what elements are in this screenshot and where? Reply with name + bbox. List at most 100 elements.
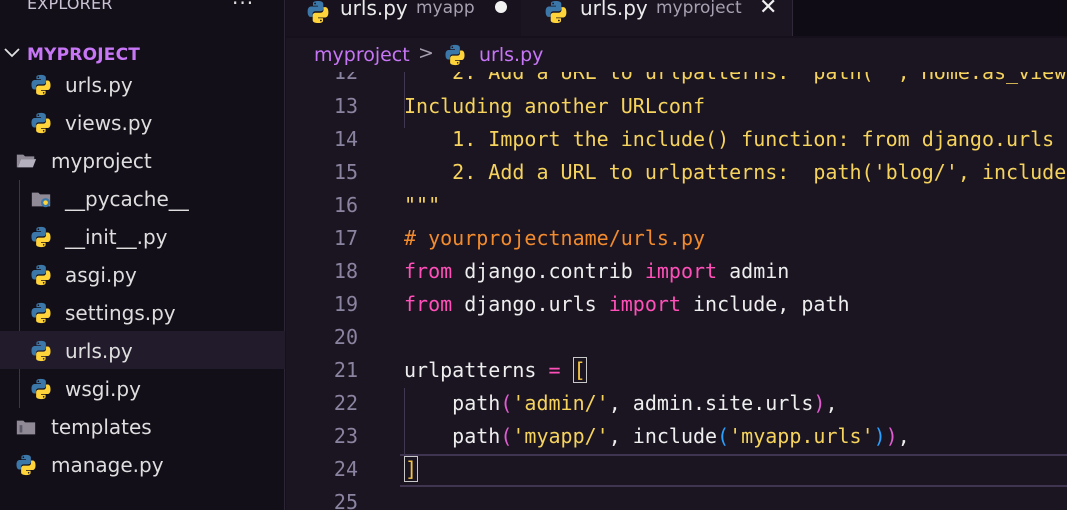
tree-item-init-py[interactable]: __init__.py <box>0 217 285 255</box>
line-number: 24 <box>333 457 358 481</box>
explorer-header: EXPLORER ··· <box>0 0 285 24</box>
code-line-14: 14 1. Import the include() function: fro… <box>286 122 1067 155</box>
python-icon <box>31 74 51 96</box>
tree-item-urls-py-selected[interactable]: urls.py <box>0 331 285 369</box>
code-line-12: 12 2. Add a URL to urlpatterns: path('',… <box>286 72 1067 88</box>
python-icon <box>16 454 36 476</box>
tab-bar: urls.py myapp urls.py myproject ✕ <box>286 0 1067 36</box>
line-number: 12 <box>333 72 358 84</box>
close-icon[interactable]: ✕ <box>759 0 777 20</box>
paren-close: ) <box>813 391 826 415</box>
line-number: 13 <box>333 94 358 118</box>
paren-close: ) <box>885 424 898 448</box>
tree-item-label: urls.py <box>65 339 133 363</box>
tree-item-label: manage.py <box>51 453 164 477</box>
line-number: 15 <box>333 160 358 184</box>
code-line-23: 23 path('myapp/', include('myapp.urls'))… <box>286 419 1067 452</box>
tab-filename: urls.py <box>340 0 408 20</box>
tree-item-label: myproject <box>51 149 152 173</box>
line-number: 16 <box>333 193 358 217</box>
code-text: 1. Import the include() function: from d… <box>452 127 1067 151</box>
comma: , <box>825 391 838 415</box>
tree-item-label: settings.py <box>65 301 176 325</box>
line-number: 17 <box>333 226 358 250</box>
code-line-20: 20 <box>286 320 1067 353</box>
code-line-25: 25 <box>286 485 1067 510</box>
tab-urls-py-myapp[interactable]: urls.py myapp <box>286 0 521 36</box>
tree-item-urls-py[interactable]: urls.py <box>0 65 285 103</box>
python-icon <box>445 44 465 66</box>
python-icon <box>31 302 51 324</box>
import-name: admin <box>717 259 790 283</box>
tree-item-label: wsgi.py <box>65 377 141 401</box>
code-line-13: 13 Including another URLconf <box>286 89 1067 122</box>
line-number: 23 <box>333 424 358 448</box>
tab-directory: myproject <box>656 0 742 18</box>
module-name: django.urls <box>452 292 609 316</box>
line-number: 19 <box>333 292 358 316</box>
tree-item-manage-py[interactable]: manage.py <box>0 445 285 483</box>
code-line-24: 24 ] <box>286 452 1067 485</box>
tree-item-settings-py[interactable]: settings.py <box>0 293 285 331</box>
explorer-sidebar: EXPLORER ··· MYPROJECT urls.py views.py … <box>0 0 285 510</box>
variable-name: urlpatterns <box>404 358 549 382</box>
string-literal: 'myapp.urls' <box>729 424 874 448</box>
keyword: from <box>404 259 453 283</box>
unsaved-dot-icon[interactable] <box>495 1 507 13</box>
line-number: 20 <box>333 325 358 349</box>
code-line-17: 17 # yourprojectname/urls.py <box>286 221 1067 254</box>
line-number: 21 <box>333 358 358 382</box>
tree-item-folder-pycache[interactable]: __pycache__ <box>0 179 285 217</box>
breadcrumb-file[interactable]: urls.py <box>479 44 543 66</box>
folder-open-icon <box>16 154 37 168</box>
python-icon <box>31 264 51 286</box>
folder-icon <box>16 420 36 435</box>
code-text: ] <box>404 456 419 482</box>
code-editor[interactable]: 12 2. Add a URL to urlpatterns: path('',… <box>286 72 1067 510</box>
keyword: from <box>404 292 453 316</box>
keyword: import <box>608 292 681 316</box>
keyword: import <box>644 259 718 283</box>
operator: = <box>548 358 561 382</box>
function-name: path <box>404 424 501 448</box>
tab-urls-py-myproject[interactable]: urls.py myproject ✕ <box>521 0 793 36</box>
explorer-title: EXPLORER <box>27 0 113 13</box>
tree-item-label: __init__.py <box>65 225 168 249</box>
code-args: , include <box>608 424 718 448</box>
paren-open: ( <box>500 391 513 415</box>
code-text: 2. Add a URL to urlpatterns: path('', Ho… <box>452 72 1067 84</box>
tree-item-folder-myproject[interactable]: myproject <box>0 141 285 179</box>
code-text: path('myapp/', include('myapp.urls')), <box>404 424 910 448</box>
tree-item-asgi-py[interactable]: asgi.py <box>0 255 285 293</box>
breadcrumb: myproject > urls.py <box>286 38 1067 72</box>
tree-item-label: views.py <box>65 111 153 135</box>
tree-item-wsgi-py[interactable]: wsgi.py <box>0 369 285 407</box>
line-number: 14 <box>333 127 358 151</box>
tab-filename: urls.py <box>580 0 648 20</box>
code-text: from django.contrib import admin <box>404 259 789 283</box>
paren-open: ( <box>717 424 730 448</box>
code-text: urlpatterns = [ <box>404 357 587 383</box>
python-icon <box>307 1 329 23</box>
code-text: from django.urls import include, path <box>404 292 850 316</box>
more-actions-icon[interactable]: ··· <box>232 0 254 15</box>
function-name: path <box>404 391 501 415</box>
string-literal: 'admin/' <box>512 391 609 415</box>
chevron-down-icon <box>4 48 20 58</box>
string-literal: 'myapp/' <box>512 424 609 448</box>
bracket-close: ] <box>404 456 419 482</box>
code-args: , admin.site.urls <box>608 391 814 415</box>
comma: , <box>897 424 910 448</box>
folder-icon <box>31 192 51 208</box>
import-name: include, path <box>680 292 850 316</box>
code-line-18: 18 from django.contrib import admin <box>286 254 1067 287</box>
paren-open: ( <box>500 424 513 448</box>
code-line-22: 22 path('admin/', admin.site.urls), <box>286 386 1067 419</box>
python-icon <box>31 340 51 362</box>
breadcrumb-folder[interactable]: myproject <box>314 44 410 66</box>
tree-item-folder-templates[interactable]: templates <box>0 407 285 445</box>
code-line-21: 21 urlpatterns = [ <box>286 353 1067 386</box>
tree-item-views-py[interactable]: views.py <box>0 103 285 141</box>
line-number: 22 <box>333 391 358 415</box>
line-number: 25 <box>333 490 358 510</box>
